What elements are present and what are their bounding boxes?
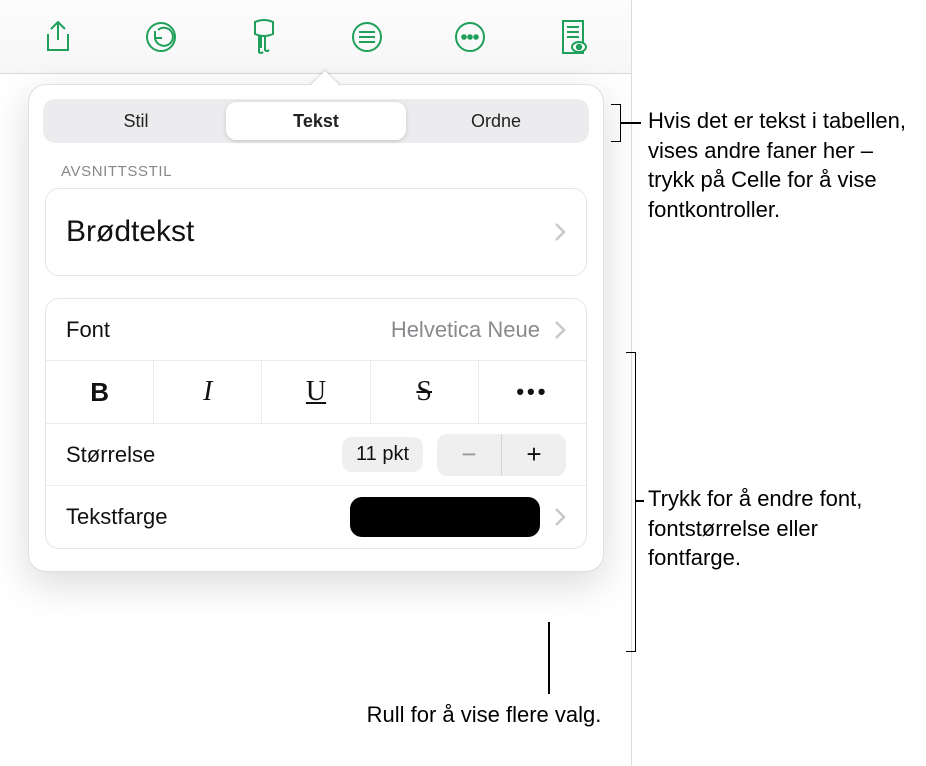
reading-view-button[interactable] [545, 9, 601, 65]
size-increase-button[interactable]: + [502, 434, 566, 476]
text-color-row[interactable]: Tekstfarge [46, 486, 586, 548]
callout-bracket [626, 352, 636, 652]
callout-leader [636, 500, 644, 502]
insert-button[interactable] [339, 9, 395, 65]
size-stepper: − + [437, 434, 566, 476]
format-brush-button[interactable] [236, 9, 292, 65]
font-label: Font [66, 317, 110, 343]
size-decrease-button[interactable]: − [437, 434, 501, 476]
popover-tabs: Stil Tekst Ordne [43, 99, 589, 143]
text-color-label: Tekstfarge [66, 504, 168, 530]
chevron-right-icon [554, 320, 566, 340]
tab-ordne[interactable]: Ordne [406, 102, 586, 140]
callout-leader [548, 622, 550, 694]
size-row: Størrelse 11 pkt − + [46, 424, 586, 486]
tab-stil[interactable]: Stil [46, 102, 226, 140]
format-popover: Stil Tekst Ordne AVSNITTSSTIL Brødtekst … [28, 84, 604, 572]
callout-bracket [611, 104, 621, 142]
chevron-right-icon [554, 507, 566, 527]
text-color-swatch[interactable] [350, 497, 540, 537]
more-text-options-button[interactable]: ••• [479, 361, 586, 423]
font-card: Font Helvetica Neue B I U S ••• Størrels… [45, 298, 587, 549]
paragraph-style-current: Brødtekst [66, 215, 194, 249]
size-label: Størrelse [66, 442, 155, 468]
app-window: Stil Tekst Ordne AVSNITTSSTIL Brødtekst … [0, 0, 632, 766]
paragraph-style-row[interactable]: Brødtekst [46, 189, 586, 275]
underline-button[interactable]: U [262, 361, 370, 423]
size-display[interactable]: 11 pkt [342, 437, 423, 472]
font-value: Helvetica Neue [391, 317, 540, 343]
callout-font-hint: Trykk for å endre font, fontstørrelse el… [648, 484, 908, 573]
paragraph-style-card: Brødtekst [45, 188, 587, 276]
callout-leader [621, 122, 641, 124]
undo-button[interactable] [133, 9, 189, 65]
more-button[interactable] [442, 9, 498, 65]
strikethrough-button[interactable]: S [371, 361, 479, 423]
tab-tekst[interactable]: Tekst [226, 102, 406, 140]
callout-tabs-hint: Hvis det er tekst i tabellen, vises andr… [648, 106, 908, 225]
font-row[interactable]: Font Helvetica Neue [46, 299, 586, 361]
callout-scroll-hint: Rull for å vise flere valg. [354, 700, 614, 730]
typeface-style-row: B I U S ••• [46, 361, 586, 424]
bold-button[interactable]: B [46, 361, 154, 423]
chevron-right-icon [554, 222, 566, 242]
section-header-avsnittsstil: AVSNITTSSTIL [61, 163, 571, 180]
italic-button[interactable]: I [154, 361, 262, 423]
share-button[interactable] [30, 9, 86, 65]
top-toolbar [0, 0, 631, 74]
